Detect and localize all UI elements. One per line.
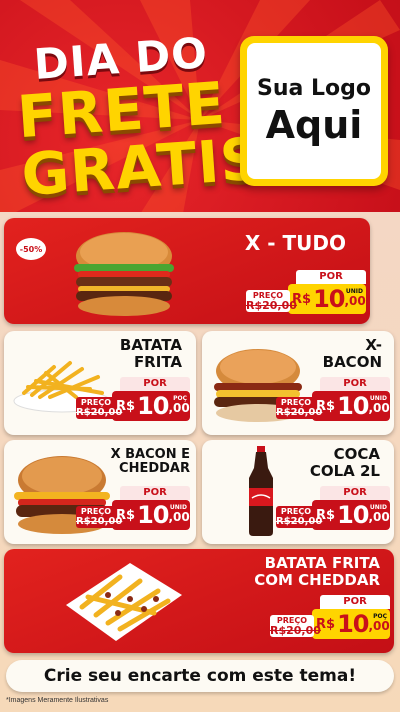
price-cents: ,00 [368,401,390,415]
old-price-label: PREÇO [280,507,312,516]
old-price-value: R$20,00 [76,516,123,527]
price-integer: 10 [337,501,369,529]
price-block: POR R$ 10 ,00 UNID PREÇO R$20,00 [272,486,390,532]
unit-label: POÇ [373,613,387,620]
unit-label: UNID [345,288,363,295]
promo-title: DIA DO FRETE GRATIS [2,26,265,212]
logo-placeholder[interactable]: Sua Logo Aqui [240,36,388,186]
cheddar-fries-image [66,563,182,641]
product-name-line-1: BATATA FRITA [264,554,380,572]
product-card-x-bacon-cheddar[interactable]: X BACON E CHEDDAR POR R$ 10 ,00 UNID PRE… [4,440,196,544]
old-price-label: PREÇO [280,398,312,407]
price-block: POR R$ 10 ,00 UNID PREÇO R$20,00 [272,377,390,423]
new-price: R$ 10 ,00 POÇ [112,391,190,421]
old-price: PREÇO R$20,00 [270,615,321,637]
burger-image [74,232,174,316]
old-price-label: PREÇO [80,507,112,516]
product-name-line-2: FRITA [133,352,182,371]
new-price: R$ 10 ,00 UNID [288,284,366,314]
por-label: POR [120,377,190,391]
cta-banner[interactable]: Crie seu encarte com este tema! [6,660,394,692]
new-price: R$ 10 ,00 UNID [312,500,390,530]
old-price: PREÇO R$20,00 [76,506,123,528]
logo-text-line-1: Sua Logo [256,75,371,101]
old-price-value: R$20,00 [276,516,323,527]
logo-text-line-2: Aqui [265,102,363,147]
product-card-x-tudo[interactable]: -50% X - TUDO POR R$ 10 ,00 UNID PREÇO R… [4,218,370,324]
product-name-line-1: COCA [333,445,380,463]
product-name-line-2: COM CHEDDAR [254,570,380,589]
product-name: X - TUDO [244,231,346,255]
old-price-value: R$20,00 [276,407,323,418]
old-price-value: R$20,00 [246,299,297,312]
product-name: X- BACON [323,337,382,370]
por-label: POR [320,595,390,609]
price-cents: ,00 [368,510,390,524]
product-name-line-1: X BACON E [110,447,190,462]
new-price: R$ 10 ,00 UNID [112,500,190,530]
product-name-line-1: X- [365,336,382,354]
price-block: POR R$ 10 ,00 POÇ PREÇO R$20,00 [260,595,390,641]
price-cents: ,00 [168,401,190,415]
unit-label: UNID [369,504,387,511]
product-card-batata-frita[interactable]: BATATA FRITA POR R$ 10 ,00 POÇ PREÇO R$2… [4,331,196,435]
price-cents: ,00 [168,510,190,524]
old-price: PREÇO R$20,00 [76,397,123,419]
price-integer: 10 [337,610,369,638]
product-name: BATATA FRITA COM CHEDDAR [254,555,380,588]
old-price: PREÇO R$20,00 [276,506,323,528]
por-label: POR [296,270,366,284]
old-price-value: R$20,00 [76,407,123,418]
disclaimer-text: *Imagens Meramente Ilustrativas [6,697,109,704]
por-label: POR [320,486,390,500]
product-name-line-2: COLA 2L [309,461,380,480]
price-block: POR R$ 10 ,00 POÇ PREÇO R$20,00 [72,377,190,423]
price-integer: 10 [337,392,369,420]
por-label: POR [120,486,190,500]
price-integer: 10 [313,285,345,313]
old-price-label: PREÇO [80,398,112,407]
price-block: POR R$ 10 ,00 UNID PREÇO R$20,00 [72,486,190,532]
product-name-line-2: BACON [322,352,382,371]
price-integer: 10 [137,392,169,420]
old-price: PREÇO R$20,00 [246,290,297,312]
product-name-line-2: CHEDDAR [119,461,190,477]
old-price-value: R$20,00 [270,624,321,637]
product-card-coca-cola[interactable]: COCA COLA 2L POR R$ 10 ,00 UNID PREÇO R$… [202,440,394,544]
unit-label: POÇ [173,395,187,402]
product-card-batata-cheddar[interactable]: BATATA FRITA COM CHEDDAR POR R$ 10 ,00 P… [4,549,394,653]
unit-label: UNID [369,395,387,402]
price-integer: 10 [137,501,169,529]
unit-label: UNID [169,504,187,511]
new-price: R$ 10 ,00 UNID [312,391,390,421]
product-card-x-bacon[interactable]: X- BACON POR R$ 10 ,00 UNID PREÇO R$20,0… [202,331,394,435]
old-price: PREÇO R$20,00 [276,397,323,419]
product-name-line-1: BATATA [119,336,182,354]
por-label: POR [320,377,390,391]
product-name: X BACON E CHEDDAR [110,447,190,477]
product-name: COCA COLA 2L [310,446,380,479]
price-cents: ,00 [368,619,390,633]
product-name: BATATA FRITA [120,337,182,370]
new-price: R$ 10 ,00 POÇ [312,609,390,639]
price-block: POR R$ 10 ,00 UNID PREÇO R$20,00 [236,270,366,316]
discount-badge: -50% [16,238,46,260]
price-cents: ,00 [344,294,366,308]
